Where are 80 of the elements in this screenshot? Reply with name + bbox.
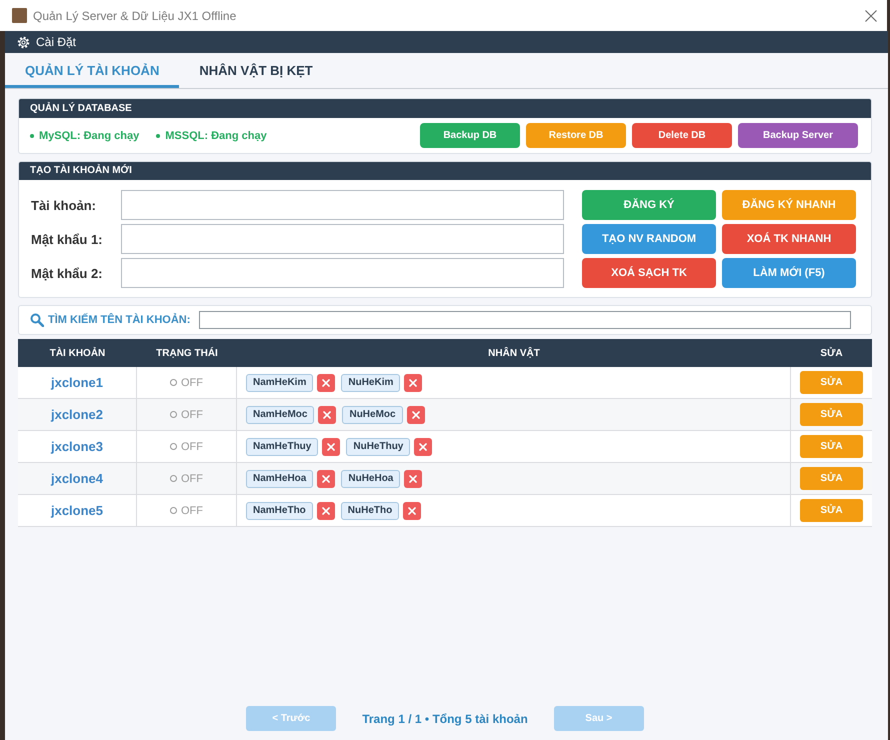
remove-button[interactable]: [316, 502, 335, 520]
text-input[interactable]: [121, 258, 564, 288]
settings-menu[interactable]: Cài Đặt: [17, 35, 76, 49]
remove-button[interactable]: [317, 470, 336, 488]
account-action-button[interactable]: TẠO NV RANDOM: [582, 224, 716, 254]
close-icon: [409, 474, 418, 482]
character-tag: NuHeThuy: [346, 438, 410, 456]
status-text: OFF: [181, 376, 203, 388]
remove-button[interactable]: [404, 374, 422, 392]
character-tag: NamHeThuy: [246, 438, 318, 456]
column-header: TÀI KHOẢN: [48, 348, 106, 358]
service-status: MySQL: Đang chạy: [39, 130, 140, 142]
account-link[interactable]: jxclone4: [50, 471, 104, 486]
remove-button[interactable]: [317, 374, 336, 392]
close-icon: [412, 410, 420, 418]
panel-header: QUẢN LÝ DATABASE: [19, 99, 871, 118]
remove-button[interactable]: [406, 406, 425, 424]
field-label: Mật khẩu 1:: [31, 232, 104, 246]
character-tag: NamHeMoc: [246, 406, 314, 424]
remove-button[interactable]: [322, 438, 340, 456]
edit-button[interactable]: SỬA: [800, 435, 863, 458]
field-label: Mật khẩu 2:: [31, 266, 104, 280]
search-icon: [30, 313, 44, 327]
database-action-button[interactable]: Restore DB: [526, 123, 626, 148]
close-icon[interactable]: [865, 10, 877, 22]
account-action-button[interactable]: LÀM MỚI (F5): [722, 258, 856, 288]
window-title: Quản Lý Server & Dữ Liệu JX1 Offline: [33, 8, 236, 22]
service-status: MSSQL: Đang chạy: [165, 130, 267, 142]
account-action-button[interactable]: XOÁ TK NHANH: [722, 224, 856, 254]
character-tag: NuHeHoa: [341, 470, 400, 488]
close-icon: [322, 378, 330, 386]
database-action-button[interactable]: Delete DB: [632, 123, 732, 148]
remove-button[interactable]: [414, 438, 432, 456]
character-tag: NuHeKim: [341, 374, 400, 392]
edit-button[interactable]: SỬA: [800, 467, 863, 490]
account-action-button[interactable]: ĐĂNG KÝ NHANH: [722, 190, 856, 220]
character-tag: NamHeKim: [246, 374, 314, 392]
remove-button[interactable]: [403, 502, 422, 520]
field-label: Tài khoản:: [31, 198, 98, 212]
text-input[interactable]: [121, 224, 564, 254]
column-header: TRẠNG THÁI: [155, 348, 219, 358]
edit-button[interactable]: SỬA: [800, 499, 863, 522]
close-icon: [322, 506, 330, 514]
status-text: OFF: [181, 472, 203, 484]
account-link[interactable]: jxclone1: [50, 375, 104, 390]
account-action-button[interactable]: XOÁ SẠCH TK: [582, 258, 716, 288]
edit-button[interactable]: SỬA: [800, 403, 863, 426]
column-header: SỬA: [819, 348, 844, 358]
remove-button[interactable]: [318, 406, 336, 424]
close-icon: [419, 442, 428, 450]
search-label: TÌM KIẾM TÊN TÀI KHOẢN:: [48, 314, 190, 326]
text-input[interactable]: [121, 190, 564, 220]
account-action-button[interactable]: ĐĂNG KÝ: [582, 190, 716, 220]
page-info: Trang 1 / 1 • Tổng 5 tài khoản: [362, 712, 528, 726]
edit-button[interactable]: SỬA: [800, 371, 863, 394]
column-header: NHÂN VẬT: [487, 348, 541, 358]
tab[interactable]: QUẢN LÝ TÀI KHOẢN: [5, 53, 180, 88]
search-input[interactable]: [199, 311, 851, 329]
close-icon: [409, 378, 418, 386]
status-text: OFF: [181, 408, 203, 420]
close-icon: [323, 410, 332, 418]
remove-button[interactable]: [404, 470, 422, 488]
database-action-button[interactable]: Backup DB: [420, 123, 520, 148]
character-tag: NuHeTho: [340, 502, 400, 520]
close-icon: [327, 442, 336, 450]
gear-icon: [17, 36, 30, 48]
character-tag: NuHeMoc: [342, 406, 403, 424]
database-action-button[interactable]: Backup Server: [738, 123, 858, 148]
tab[interactable]: NHÂN VẬT BỊ KẸT: [179, 53, 333, 88]
account-link[interactable]: jxclone5: [50, 503, 104, 518]
account-link[interactable]: jxclone3: [50, 439, 104, 454]
status-text: OFF: [181, 504, 203, 516]
close-icon: [322, 474, 330, 482]
account-link[interactable]: jxclone2: [50, 407, 104, 422]
character-tag: NamHeHoa: [246, 470, 314, 488]
character-tag: NamHeTho: [246, 502, 313, 520]
close-icon: [408, 506, 416, 514]
status-text: OFF: [181, 440, 203, 452]
app-icon: [12, 8, 27, 23]
panel-header: TẠO TÀI KHOẢN MỚI: [19, 162, 871, 180]
